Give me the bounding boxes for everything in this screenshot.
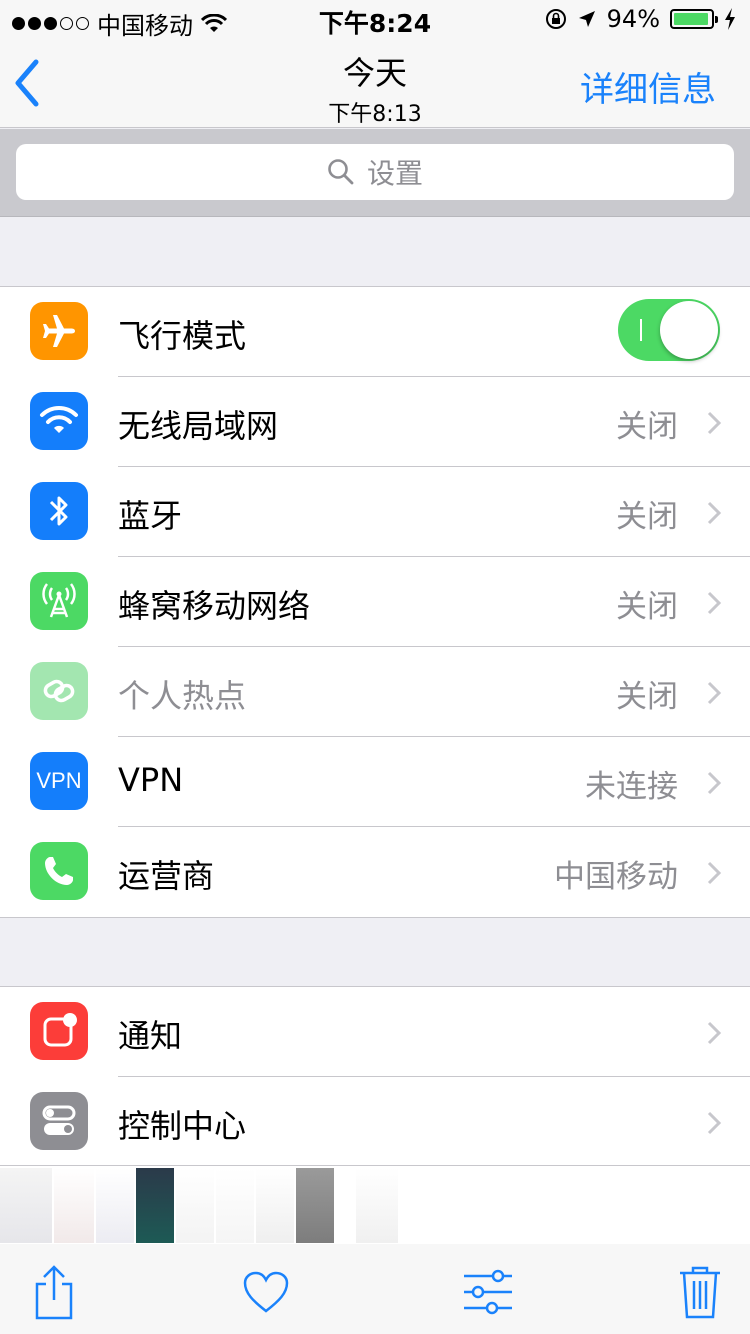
settings-row-value: 关闭 — [616, 679, 678, 715]
chevron-right-icon — [707, 501, 722, 525]
photo-thumbnail[interactable] — [296, 1168, 334, 1243]
chevron-right-icon — [707, 591, 722, 615]
photo-thumbnail[interactable] — [176, 1168, 214, 1243]
notifications-icon — [30, 1002, 88, 1060]
vpn-icon: VPN — [30, 752, 88, 810]
settings-row-label: 飞行模式 — [118, 317, 247, 355]
settings-row-label: 蜂窝移动网络 — [118, 587, 311, 625]
settings-row-carrier[interactable]: 运营商 中国移动 — [0, 827, 750, 917]
settings-row-notifications[interactable]: 通知 — [0, 987, 750, 1077]
photo-thumbnail[interactable] — [0, 1168, 52, 1243]
vpn-icon-text: VPN — [36, 768, 82, 793]
cellular-icon — [30, 572, 88, 630]
control-center-icon — [30, 1092, 88, 1150]
orientation-lock-icon — [545, 9, 566, 29]
battery-icon — [670, 9, 718, 29]
search-icon — [328, 159, 354, 185]
settings-row-value: 未连接 — [585, 769, 678, 805]
photo-thumbnail[interactable] — [96, 1168, 134, 1243]
search-area: 设置 — [0, 129, 750, 217]
settings-group-system: 通知 控制中心 — [0, 986, 750, 1167]
chevron-right-icon — [707, 771, 722, 795]
chevron-right-icon — [707, 681, 722, 705]
hotspot-icon — [30, 662, 88, 720]
search-placeholder: 设置 — [366, 157, 423, 190]
delete-button[interactable] — [672, 1264, 728, 1320]
settings-group-connectivity: 飞行模式 无线局域网 关闭 蓝牙 关闭 蜂窝移动网络 关闭 个人热点 关闭 VP… — [0, 286, 750, 918]
settings-row-wifi[interactable]: 无线局域网 关闭 — [0, 377, 750, 467]
airplane-icon — [30, 302, 88, 360]
photo-thumbnail-strip[interactable] — [0, 1165, 750, 1244]
details-button[interactable]: 详细信息 — [580, 62, 716, 111]
charging-icon — [725, 8, 735, 30]
favorite-button[interactable] — [238, 1264, 294, 1320]
settings-row-label: 控制中心 — [118, 1107, 247, 1145]
photo-thumbnail[interactable] — [54, 1168, 94, 1243]
settings-row-label: 蓝牙 — [118, 497, 183, 535]
settings-row-label: 无线局域网 — [118, 407, 279, 445]
settings-row-value: 关闭 — [616, 499, 678, 535]
photo-thumbnail[interactable] — [216, 1168, 254, 1243]
settings-row-label: 运营商 — [118, 857, 215, 895]
edit-button[interactable] — [460, 1264, 516, 1320]
status-bar: 中国移动 下午8:24 94% — [0, 0, 750, 40]
bluetooth-icon — [30, 482, 88, 540]
settings-row-value: 中国移动 — [554, 859, 678, 895]
photo-thumbnail[interactable] — [356, 1168, 398, 1243]
share-button[interactable] — [26, 1264, 82, 1320]
settings-row-cellular[interactable]: 蜂窝移动网络 关闭 — [0, 557, 750, 647]
settings-row-label: 个人热点 — [118, 677, 247, 715]
settings-row-label: 通知 — [118, 1017, 183, 1055]
settings-row-value: 关闭 — [616, 409, 678, 445]
chevron-right-icon — [707, 861, 722, 885]
chevron-right-icon — [707, 1111, 722, 1135]
settings-screen: 中国移动 下午8:24 94% 今天 下午8:13 详细信息 设置 飞行模式 无… — [0, 0, 750, 1334]
status-right: 94% — [545, 5, 736, 33]
settings-row-vpn[interactable]: VPN VPN 未连接 — [0, 737, 750, 827]
settings-row-label: VPN — [118, 761, 184, 799]
settings-row-airplane-mode[interactable]: 飞行模式 — [0, 287, 750, 377]
settings-row-control-center[interactable]: 控制中心 — [0, 1077, 750, 1167]
settings-row-bluetooth[interactable]: 蓝牙 关闭 — [0, 467, 750, 557]
location-icon — [578, 11, 595, 27]
adjustments-icon — [464, 1269, 512, 1315]
battery-percent: 94% — [606, 5, 660, 33]
share-icon — [35, 1265, 73, 1320]
navigation-bar: 今天 下午8:13 详细信息 — [0, 40, 750, 128]
settings-row-value: 关闭 — [616, 589, 678, 625]
chevron-right-icon — [707, 1021, 722, 1045]
search-input[interactable]: 设置 — [16, 144, 734, 200]
wifi-icon — [30, 392, 88, 450]
photo-thumbnail[interactable] — [136, 1168, 174, 1243]
airplane-mode-toggle[interactable] — [618, 299, 720, 361]
bottom-toolbar — [0, 1244, 750, 1334]
settings-row-personal-hotspot[interactable]: 个人热点 关闭 — [0, 647, 750, 737]
phone-icon — [30, 842, 88, 900]
chevron-right-icon — [707, 411, 722, 435]
heart-icon — [243, 1271, 289, 1313]
trash-icon — [680, 1266, 720, 1319]
photo-thumbnail[interactable] — [256, 1168, 294, 1243]
